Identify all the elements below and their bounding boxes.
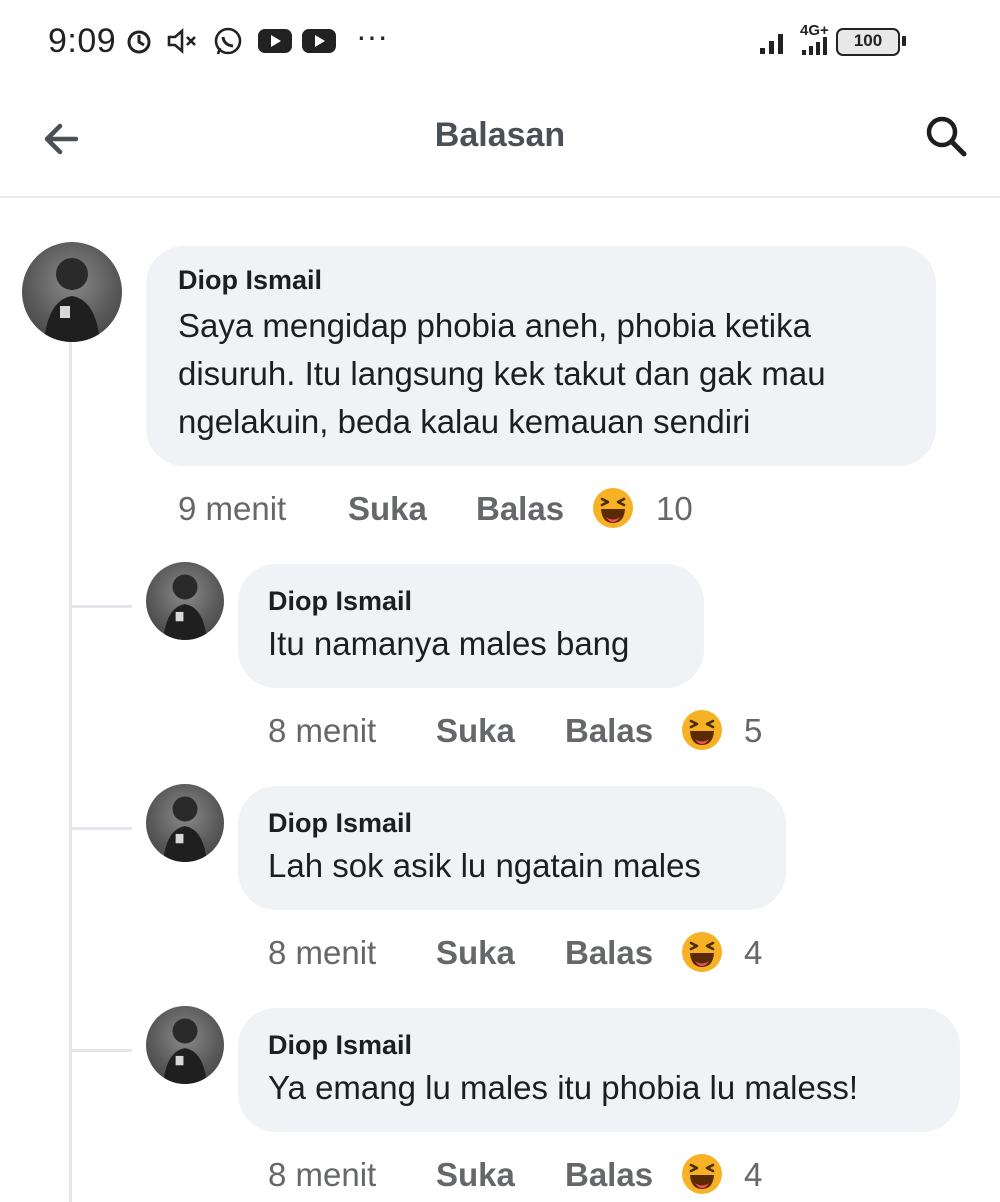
like-button[interactable]: Suka bbox=[436, 1156, 515, 1194]
comment-text: Itu namanya males bang bbox=[268, 620, 698, 668]
signal-icon bbox=[758, 26, 794, 61]
comment-text: Saya mengidap phobia aneh, phobia ketika… bbox=[178, 302, 918, 446]
comment-text-line: disuruh. Itu langsung kek takut dan gak … bbox=[178, 355, 826, 392]
comment-timestamp: 9 menit bbox=[178, 490, 287, 527]
youtube-icon bbox=[257, 26, 293, 61]
like-button[interactable]: Suka bbox=[436, 934, 515, 972]
battery-level: 100 bbox=[853, 31, 883, 50]
comment-text-line: Ya emang lu males itu phobia lu maless! bbox=[268, 1069, 859, 1106]
comment-timestamp: 8 menit bbox=[268, 712, 377, 749]
comment-timestamp: 8 menit bbox=[268, 1156, 377, 1193]
reaction-count[interactable]: 4 bbox=[744, 1156, 762, 1194]
reaction-count[interactable]: 5 bbox=[744, 712, 762, 750]
whatsapp-icon bbox=[212, 26, 244, 63]
comment-actions: 8 menit Suka Balas 4 bbox=[268, 928, 788, 974]
thread-branch bbox=[72, 1049, 132, 1052]
reply-button[interactable]: Balas bbox=[476, 490, 564, 528]
battery-icon: 100 bbox=[836, 28, 900, 56]
battery-tip bbox=[902, 36, 906, 46]
comment-text-line: Lah sok asik lu ngatain males bbox=[268, 847, 701, 884]
youtube-icon bbox=[301, 26, 337, 61]
avatar[interactable] bbox=[146, 562, 224, 640]
comment-author[interactable]: Diop Ismail bbox=[178, 265, 322, 296]
comment-text-line: Saya mengidap phobia aneh, phobia ketika bbox=[178, 307, 811, 344]
comment-author[interactable]: Diop Ismail bbox=[268, 808, 412, 839]
haha-emoji-icon[interactable] bbox=[591, 486, 635, 530]
status-bar: 9:09 ··· 4G+ 100 bbox=[0, 0, 1000, 90]
comment-actions: 9 menit Suka Balas 10 bbox=[178, 484, 738, 530]
search-icon bbox=[926, 116, 967, 157]
comment-actions: 8 menit Suka Balas 4 bbox=[268, 1150, 788, 1196]
like-button[interactable]: Suka bbox=[348, 490, 427, 528]
page-title: Balasan bbox=[434, 116, 566, 154]
comment-author[interactable]: Diop Ismail bbox=[268, 1030, 412, 1061]
reply-button[interactable]: Balas bbox=[565, 1156, 653, 1194]
mute-icon bbox=[166, 26, 200, 61]
comment-text: Ya emang lu males itu phobia lu maless! bbox=[268, 1064, 958, 1112]
status-time: 9:09 bbox=[48, 22, 117, 60]
reply-button[interactable]: Balas bbox=[565, 934, 653, 972]
signal-icon bbox=[800, 36, 828, 61]
haha-emoji-icon[interactable] bbox=[680, 930, 724, 974]
comment-author[interactable]: Diop Ismail bbox=[268, 586, 412, 617]
like-button[interactable]: Suka bbox=[436, 712, 515, 750]
comment-text: Lah sok asik lu ngatain males bbox=[268, 842, 778, 890]
thread-line bbox=[69, 340, 72, 1202]
haha-emoji-icon[interactable] bbox=[680, 1152, 724, 1196]
comment-timestamp: 8 menit bbox=[268, 934, 377, 971]
app-header: Balasan bbox=[0, 90, 1000, 198]
avatar[interactable] bbox=[146, 784, 224, 862]
thread-branch bbox=[72, 827, 132, 830]
avatar[interactable] bbox=[22, 242, 122, 342]
comment-actions: 8 menit Suka Balas 5 bbox=[268, 706, 788, 752]
thread-branch bbox=[72, 605, 132, 608]
reaction-count[interactable]: 10 bbox=[656, 490, 693, 528]
search-button[interactable] bbox=[920, 110, 974, 164]
overflow-dots: ··· bbox=[356, 18, 388, 54]
comment-text-line: Itu namanya males bang bbox=[268, 625, 630, 662]
avatar[interactable] bbox=[146, 1006, 224, 1084]
alarm-icon bbox=[124, 26, 154, 61]
comment-text-line: ngelakuin, beda kalau kemauan sendiri bbox=[178, 403, 751, 440]
reaction-count[interactable]: 4 bbox=[744, 934, 762, 972]
haha-emoji-icon[interactable] bbox=[680, 708, 724, 752]
reply-button[interactable]: Balas bbox=[565, 712, 653, 750]
